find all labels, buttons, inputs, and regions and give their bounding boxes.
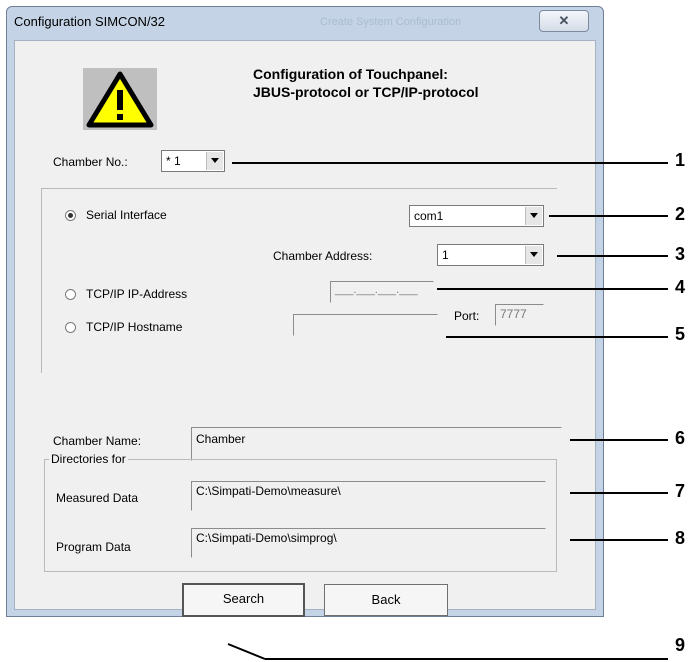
close-icon: ✕ [558,13,570,28]
back-button[interactable]: Back [324,584,448,616]
callout-number-1: 1 [675,150,686,170]
callout-number-8: 8 [675,528,686,548]
callout-line-4 [437,288,668,290]
close-button[interactable]: ✕ [539,10,589,32]
chevron-down-icon[interactable] [525,207,542,225]
header-title-line2: JBUS-protocol or TCP/IP-protocol [253,84,479,100]
callout-number-5: 5 [675,324,686,344]
callout-number-9: 9 [675,635,686,655]
warning-icon [83,68,157,130]
background-window-title: Create System Configuration [320,16,462,28]
callout-line-9 [227,643,668,660]
com-port-select[interactable]: com1 [409,205,544,227]
tcpip-hostname-radio[interactable] [65,322,76,333]
com-port-value: com1 [414,209,444,223]
chamber-name-label: Chamber Name: [53,434,142,448]
program-data-path-field[interactable]: C:\Simpati-Demo\simprog\ [191,528,546,558]
callout-number-2: 2 [675,204,686,224]
callout-line-6 [570,439,668,441]
port-field[interactable]: 7777 [495,304,544,326]
callout-number-3: 3 [675,244,686,264]
chamber-no-select[interactable]: * 1 [161,150,225,172]
chamber-no-value: * 1 [166,154,181,168]
window-title: Configuration SIMCON/32 [14,14,166,29]
tcpip-address-label: TCP/IP IP-Address [86,287,188,301]
callout-line-2 [549,215,668,217]
callout-line-5 [446,336,668,338]
chamber-no-label: Chamber No.: [53,155,128,169]
directories-legend: Directories for [49,452,128,466]
serial-interface-radio[interactable] [65,210,76,221]
chamber-address-value: 1 [442,248,449,262]
chamber-address-label: Chamber Address: [273,249,373,263]
callout-number-7: 7 [675,481,686,501]
program-data-label: Program Data [56,540,131,554]
hostname-field[interactable] [293,314,438,336]
callout-number-4: 4 [675,277,686,297]
port-label: Port: [454,309,480,323]
measured-data-label: Measured Data [56,491,139,505]
callout-number-6: 6 [675,428,686,448]
ip-address-field[interactable]: ___.___.___.___ [330,281,434,303]
chevron-down-icon[interactable] [525,246,542,264]
chamber-address-select[interactable]: 1 [437,244,544,266]
serial-interface-label: Serial Interface [86,208,167,222]
search-button[interactable]: Search [182,583,305,617]
callout-line-7 [570,492,668,494]
measured-data-path-field[interactable]: C:\Simpati-Demo\measure\ [191,481,546,511]
callout-line-8 [570,539,668,541]
callout-line-3 [557,255,668,257]
callout-line-1 [232,162,668,164]
header-title-line1: Configuration of Touchpanel: [253,66,448,82]
tcpip-address-radio[interactable] [65,289,76,300]
chevron-down-icon[interactable] [206,152,223,170]
tcpip-hostname-label: TCP/IP Hostname [86,320,183,334]
chamber-name-field[interactable]: Chamber [191,427,562,461]
